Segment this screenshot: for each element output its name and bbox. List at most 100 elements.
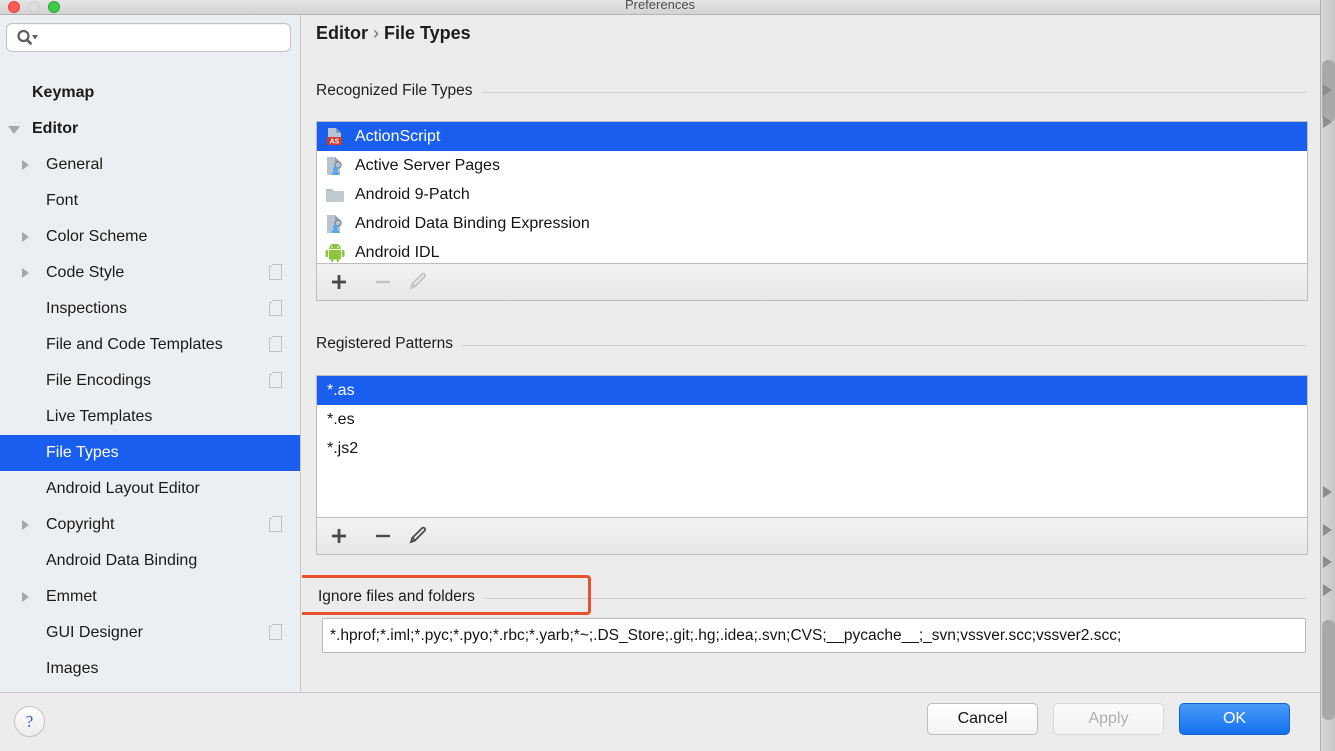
sidebar-item-label: Live Templates [46, 408, 153, 425]
file-types-pane: Editor › File Types Recognized File Types … [302, 15, 1320, 692]
chevron-down-icon[interactable] [8, 126, 20, 134]
sidebar-item-editor[interactable]: Editor [0, 111, 300, 147]
sidebar-item-code-style[interactable]: Code Style [0, 255, 300, 291]
sidebar-item-gui-designer[interactable]: GUI Designer [0, 615, 300, 651]
sidebar-item-inspections[interactable]: Inspections [0, 291, 300, 327]
edit-file-type-button[interactable] [405, 270, 433, 294]
recognized-file-types-label: Recognized File Types [316, 82, 482, 100]
ok-button[interactable]: OK [1179, 703, 1290, 735]
list-item[interactable]: Android IDL [317, 238, 1307, 263]
sidebar-item-font[interactable]: Font [0, 183, 300, 219]
scroll-marker-2[interactable] [1323, 116, 1332, 128]
breadcrumb: Editor › File Types [316, 23, 471, 44]
apply-button[interactable]: Apply [1053, 703, 1164, 735]
copy-settings-icon[interactable] [269, 516, 282, 532]
sidebar-item-partial[interactable] [0, 59, 300, 75]
edit-pattern-button[interactable] [405, 524, 433, 548]
copy-settings-icon[interactable] [269, 624, 282, 640]
sidebar-item-images[interactable]: Images [0, 651, 300, 687]
search-icon[interactable] [16, 29, 38, 46]
copy-settings-icon[interactable] [269, 300, 282, 316]
svg-text:AS: AS [330, 139, 340, 146]
copy-settings-icon[interactable] [269, 336, 282, 352]
list-item[interactable]: *.as [317, 376, 1307, 405]
scroll-marker-5[interactable] [1323, 556, 1332, 568]
ignore-files-input[interactable]: *.hprof;*.iml;*.pyc;*.pyo;*.rbc;*.yarb;*… [322, 618, 1306, 653]
sidebar-item-label: Editor [32, 120, 79, 137]
plus-icon[interactable] [325, 524, 353, 548]
add-file-type-button[interactable] [325, 270, 353, 294]
list-item[interactable]: Active Server Pages [317, 151, 1307, 180]
plus-icon[interactable] [325, 270, 353, 294]
sidebar-item-label: File Encodings [46, 372, 151, 389]
recognized-file-types-list[interactable]: AS ActionScript Active Server Pages Android… [316, 121, 1308, 264]
sidebar-item-android-layout-editor[interactable]: Android Layout Editor [0, 471, 300, 507]
list-item-label: *.es [327, 411, 355, 428]
list-item-label: ActionScript [355, 128, 441, 145]
list-item[interactable]: Android Data Binding Expression [317, 209, 1307, 238]
scrollbar-thumb-bottom[interactable] [1322, 620, 1335, 720]
cancel-button[interactable]: Cancel [927, 703, 1038, 735]
registered-patterns-list[interactable]: *.as *.es *.js2 [316, 375, 1308, 518]
breadcrumb-parent[interactable]: Editor [316, 23, 368, 43]
remove-pattern-button[interactable] [369, 524, 397, 548]
registered-patterns-label: Registered Patterns [316, 335, 462, 353]
remove-file-type-button[interactable] [369, 270, 397, 294]
scroll-marker-1[interactable] [1323, 84, 1332, 96]
pencil-icon[interactable] [405, 270, 433, 294]
recognized-file-types-toolbar [316, 264, 1308, 301]
settings-tree: Keymap Editor General Font Color Scheme Code … [0, 59, 300, 687]
minus-icon[interactable] [369, 524, 397, 548]
add-pattern-button[interactable] [325, 524, 353, 548]
scroll-marker-3[interactable] [1323, 486, 1332, 498]
breadcrumb-separator: › [373, 23, 379, 43]
sidebar-item-label: Keymap [32, 84, 95, 101]
sidebar-item-label: Copyright [46, 516, 115, 533]
android-icon [325, 244, 345, 262]
preferences-window: Preferences Keymap Editor General Font Color… [0, 0, 1335, 751]
sidebar-item-android-data-binding[interactable]: Android Data Binding [0, 543, 300, 579]
settings-sidebar: Keymap Editor General Font Color Scheme Code … [0, 15, 301, 692]
sidebar-item-file-and-code-templates[interactable]: File and Code Templates [0, 327, 300, 363]
window-title: Preferences [624, 0, 696, 12]
chevron-right-icon[interactable] [22, 160, 29, 170]
sidebar-item-label: Code Style [46, 264, 125, 281]
chevron-right-icon[interactable] [22, 232, 29, 242]
sidebar-item-copyright[interactable]: Copyright [0, 507, 300, 543]
list-item-label: Android 9-Patch [355, 186, 470, 203]
scroll-marker-4[interactable] [1323, 524, 1332, 536]
pencil-icon[interactable] [405, 524, 433, 548]
outer-scrollbar[interactable] [1320, 0, 1335, 751]
sidebar-item-label: Font [46, 192, 79, 209]
registered-patterns-toolbar [316, 518, 1308, 555]
copy-settings-icon[interactable] [269, 264, 282, 280]
list-item[interactable]: Android 9-Patch [317, 180, 1307, 209]
ignore-files-annotation-highlight [302, 575, 591, 615]
list-item[interactable]: *.es [317, 405, 1307, 434]
folder-icon [326, 189, 344, 202]
sidebar-item-label: Emmet [46, 588, 97, 605]
sidebar-item-emmet[interactable]: Emmet [0, 579, 300, 615]
sidebar-item-file-types[interactable]: File Types [0, 435, 300, 471]
sidebar-item-file-encodings[interactable]: File Encodings [0, 363, 300, 399]
breadcrumb-current: File Types [384, 23, 471, 43]
scroll-marker-6[interactable] [1323, 584, 1332, 596]
list-item[interactable]: *.js2 [317, 434, 1307, 463]
copy-settings-icon[interactable] [269, 372, 282, 388]
minus-icon[interactable] [369, 270, 397, 294]
sidebar-item-label: General [46, 156, 103, 173]
sidebar-item-general[interactable]: General [0, 147, 300, 183]
sidebar-item-live-templates[interactable]: Live Templates [0, 399, 300, 435]
chevron-right-icon[interactable] [22, 268, 29, 278]
sidebar-item-color-scheme[interactable]: Color Scheme [0, 219, 300, 255]
sidebar-item-keymap[interactable]: Keymap [0, 75, 300, 111]
list-item[interactable]: AS ActionScript [317, 122, 1307, 151]
patterns-section-rule [316, 345, 1306, 346]
sidebar-item-label: Images [46, 660, 99, 677]
chevron-right-icon[interactable] [22, 520, 29, 530]
search-box[interactable] [6, 23, 291, 52]
chevron-right-icon[interactable] [22, 592, 29, 602]
search-input[interactable] [42, 27, 282, 47]
help-button[interactable]: ? [14, 706, 45, 737]
asp-file-icon [327, 215, 342, 233]
